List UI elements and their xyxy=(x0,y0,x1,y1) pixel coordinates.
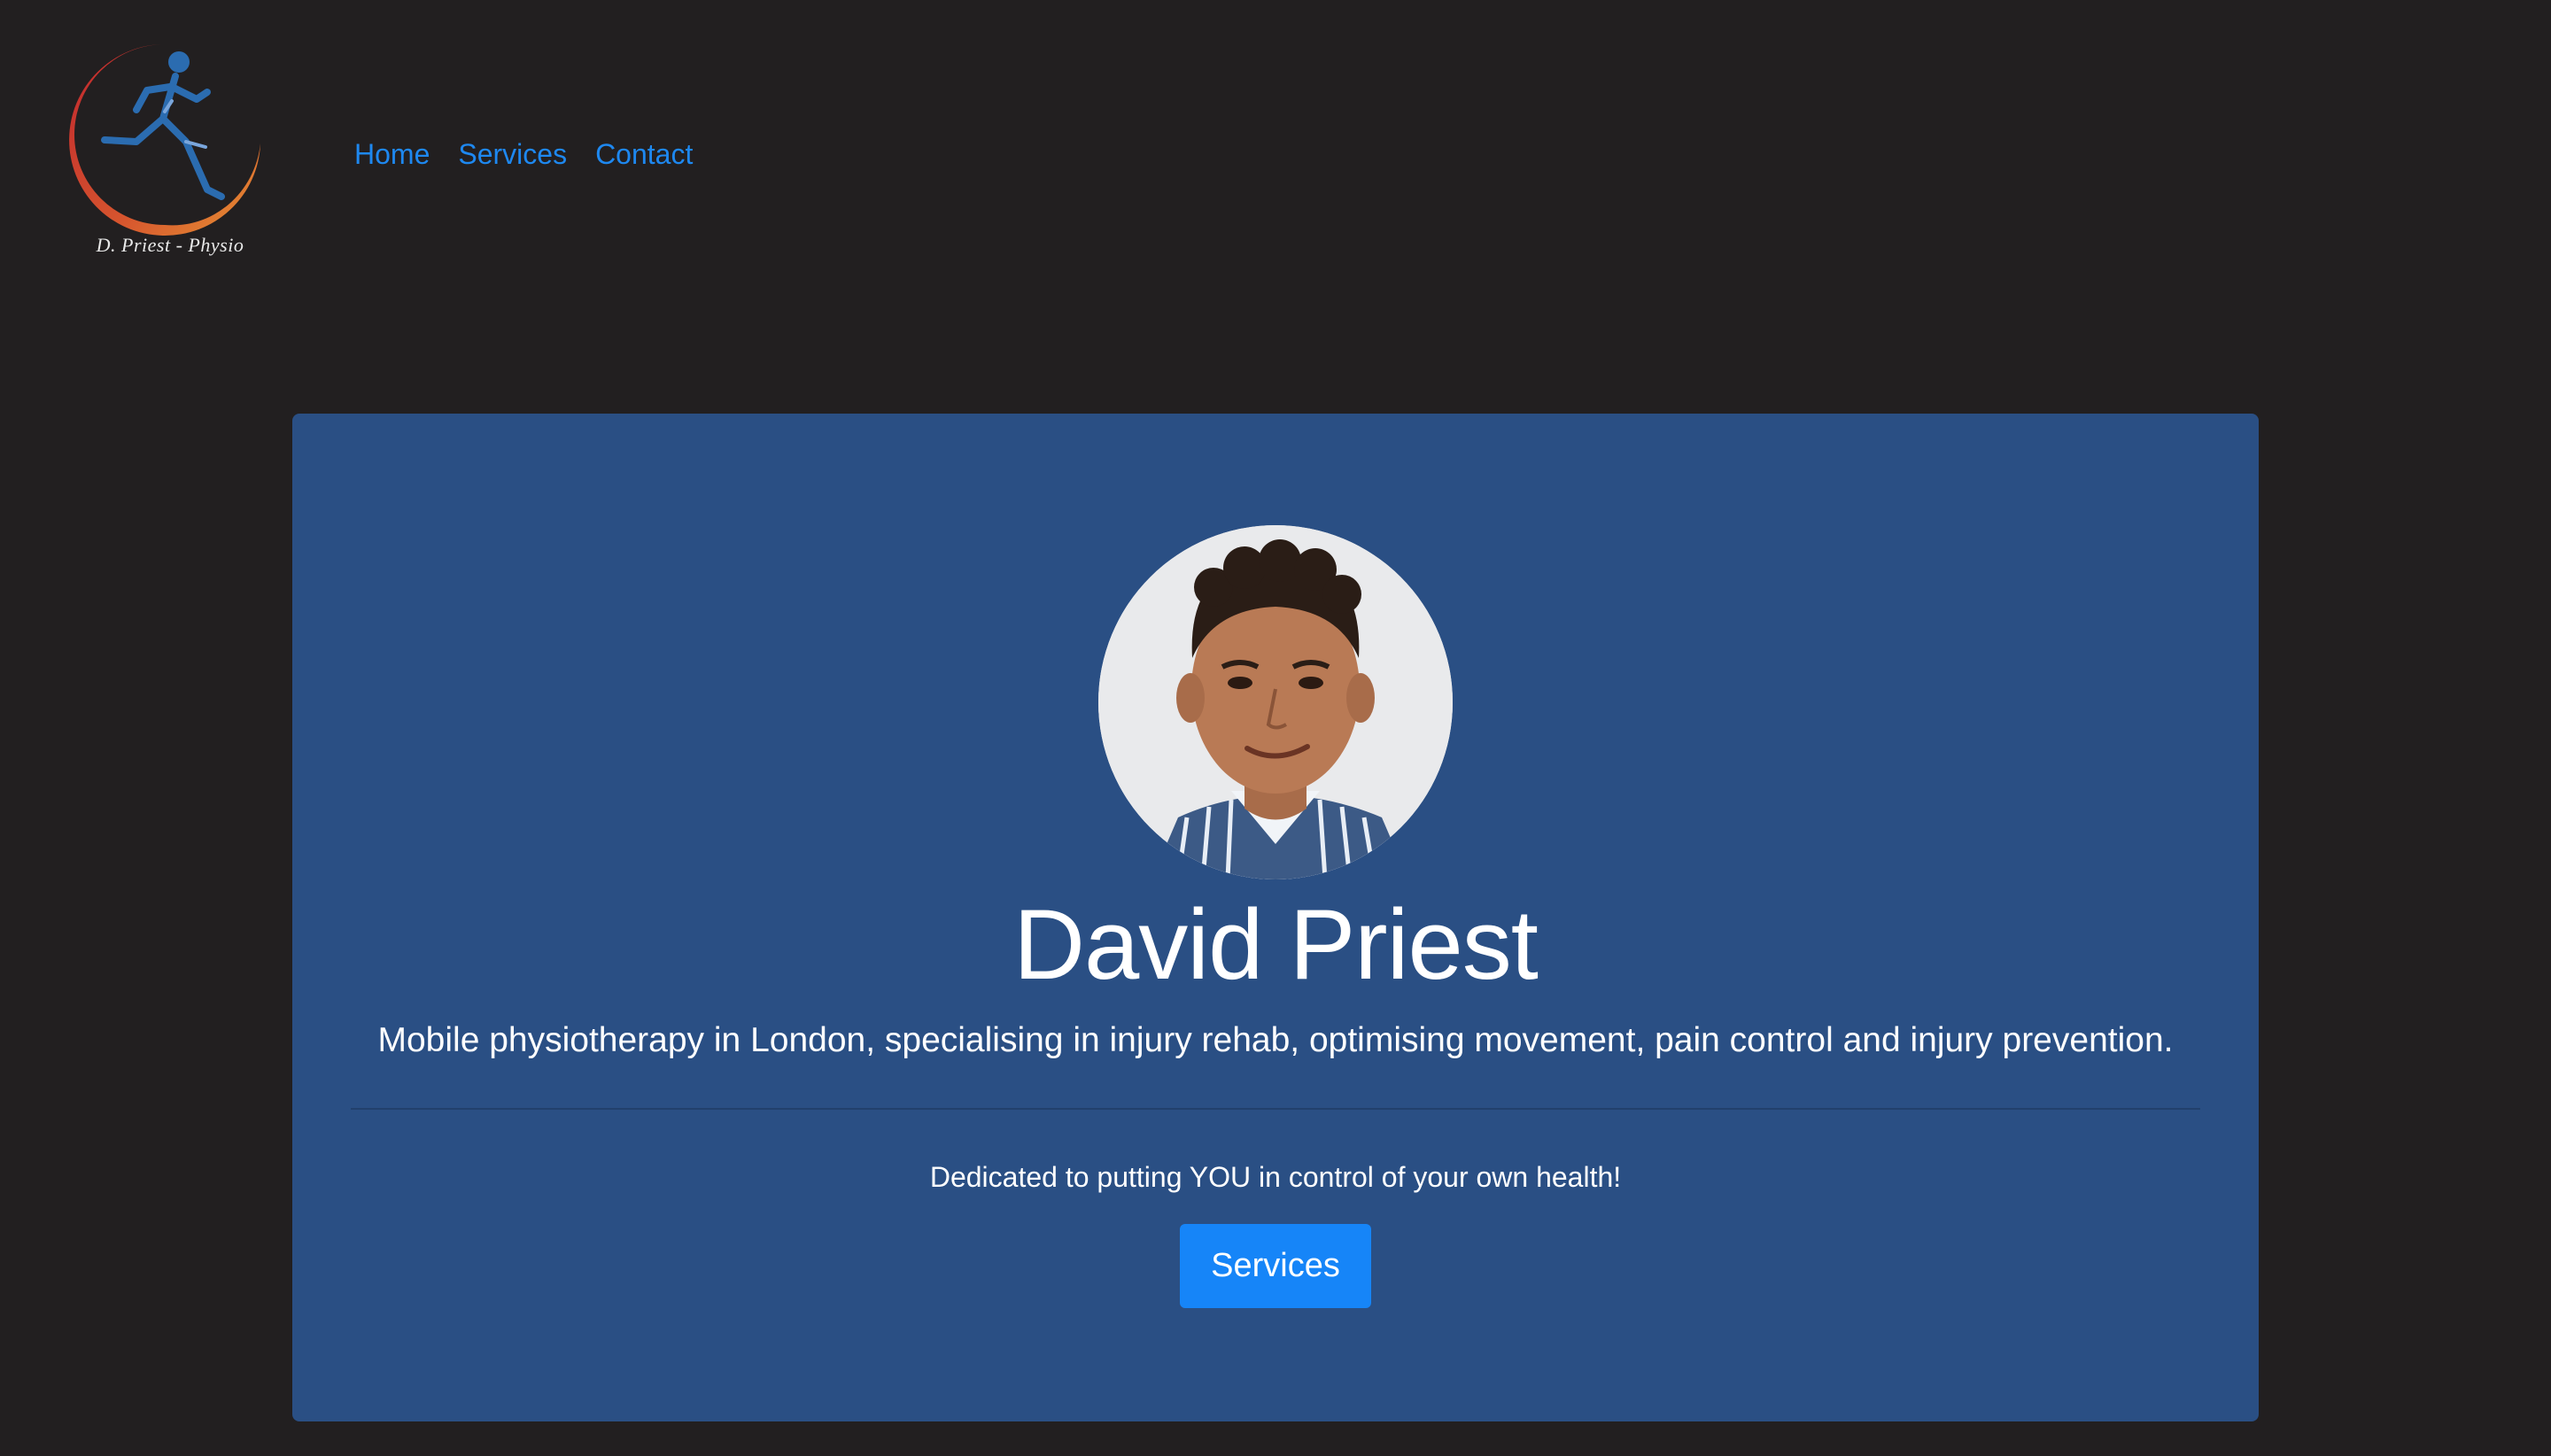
nav-contact[interactable]: Contact xyxy=(595,138,693,171)
hero-tagline: Mobile physiotherapy in London, speciali… xyxy=(377,1021,2174,1059)
runner-logo-icon xyxy=(69,44,260,236)
hero-dedication: Dedicated to putting YOU in control of y… xyxy=(929,1161,1622,1193)
page: D. Priest - Physio Home Services Contact xyxy=(0,0,2551,1456)
logo-text: D. Priest - Physio xyxy=(96,234,244,256)
main-nav: Home Services Contact xyxy=(354,138,693,171)
services-button[interactable]: Services xyxy=(1180,1224,1371,1308)
divider xyxy=(351,1108,2200,1110)
hero-card: David Priest Mobile physiotherapy in Lon… xyxy=(292,414,2259,1421)
avatar xyxy=(1098,525,1453,879)
nav-home[interactable]: Home xyxy=(354,138,430,171)
hero-name: David Priest xyxy=(1013,889,1539,1000)
nav-services[interactable]: Services xyxy=(458,138,567,171)
brand-logo[interactable]: D. Priest - Physio xyxy=(66,37,275,271)
portrait-image xyxy=(1098,525,1453,879)
